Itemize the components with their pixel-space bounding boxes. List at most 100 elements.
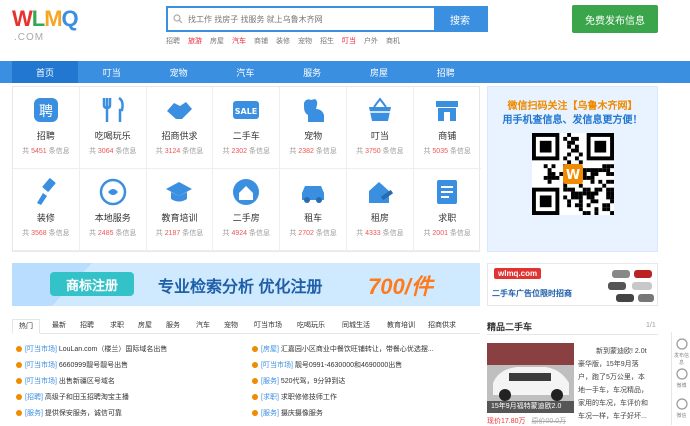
news-text[interactable]: 摄庆摄像服务 bbox=[281, 410, 323, 417]
news-text[interactable]: 靓号0991-4630000和4690000出售 bbox=[295, 362, 402, 369]
category-dog[interactable]: 宠物共 2382 条信息 bbox=[280, 87, 347, 169]
hot-link[interactable]: 旅游 bbox=[188, 36, 202, 46]
category-house[interactable]: 二手房共 4924 条信息 bbox=[213, 169, 281, 251]
nav-item[interactable]: 宠物 bbox=[146, 61, 212, 83]
graduation-cap-icon bbox=[164, 177, 194, 207]
svg-text:SALE: SALE bbox=[235, 107, 258, 116]
tab-item[interactable]: 招聘 bbox=[74, 319, 100, 334]
nav-item[interactable]: 招聘 bbox=[413, 61, 479, 83]
category-basket[interactable]: 叮当共 3750 条信息 bbox=[347, 87, 414, 169]
count-value: 3064 bbox=[97, 148, 114, 155]
news-text[interactable]: 出售新疆区号域名 bbox=[59, 378, 115, 385]
news-item[interactable]: [求职] 求职修修技师工作 bbox=[252, 392, 337, 402]
news-text[interactable]: 提供保安服务，诚信可靠 bbox=[45, 410, 122, 417]
category-brush[interactable]: 装修共 3568 条信息 bbox=[13, 169, 80, 251]
news-tag[interactable]: [服务] bbox=[261, 378, 279, 385]
bullet-icon bbox=[16, 410, 22, 416]
search-button[interactable]: 搜索 bbox=[434, 8, 486, 30]
news-tag[interactable]: [叮当市场] bbox=[25, 362, 57, 369]
news-tag[interactable]: [叮当市场] bbox=[25, 378, 57, 385]
tab-item[interactable]: 吃喝玩乐 bbox=[290, 319, 332, 334]
news-item[interactable]: [叮当市场] 靓号0991-4630000和4690000出售 bbox=[252, 360, 402, 370]
tab-item[interactable]: 热门 bbox=[12, 319, 40, 334]
hot-link[interactable]: 叮当 bbox=[342, 36, 356, 46]
news-text[interactable]: 汇嘉园小区商业中餐饮旺铺转让，带餐心优选摆... bbox=[281, 346, 434, 353]
category-handshake[interactable]: 招商供求共 3124 条信息 bbox=[146, 87, 214, 169]
hot-link[interactable]: 户外 bbox=[364, 36, 378, 46]
news-tag[interactable]: [求职] bbox=[261, 394, 279, 401]
news-text[interactable]: 520代驾，9分钟到达 bbox=[281, 378, 346, 385]
tab-item[interactable]: 求职 bbox=[104, 319, 130, 334]
category-key-house[interactable]: 租房共 4333 条信息 bbox=[347, 169, 414, 251]
category-car[interactable]: 租车共 2702 条信息 bbox=[280, 169, 347, 251]
hot-link[interactable]: 招生 bbox=[320, 36, 334, 46]
search-input[interactable] bbox=[188, 8, 434, 30]
category-hire[interactable]: 聘招聘共 5451 条信息 bbox=[13, 87, 80, 169]
news-item[interactable]: [叮当市场] 6660999靓号靓号出售 bbox=[16, 360, 128, 370]
news-item[interactable]: [服务] 提供保安服务，诚信可靠 bbox=[16, 408, 122, 418]
hot-link[interactable]: 房屋 bbox=[210, 36, 224, 46]
site-logo[interactable]: WLMQ .COM bbox=[12, 6, 104, 43]
category-sale-tag[interactable]: SALE 二手车共 2302 条信息 bbox=[213, 87, 281, 169]
news-text[interactable]: 6660999靓号靓号出售 bbox=[59, 362, 128, 369]
dining-icon bbox=[98, 95, 128, 125]
side-tool-label: 微博 bbox=[676, 383, 687, 389]
news-tag[interactable]: [房屋] bbox=[261, 346, 279, 353]
hot-link[interactable]: 招聘 bbox=[166, 36, 180, 46]
ad-text: 二手车广告位限时招商 bbox=[492, 289, 572, 298]
category-resume[interactable]: 求职共 2001 条信息 bbox=[413, 169, 481, 251]
news-tag[interactable]: [服务] bbox=[261, 410, 279, 417]
bullet-icon bbox=[252, 362, 258, 368]
news-tag[interactable]: [服务] bbox=[25, 410, 43, 417]
category-graduation-cap[interactable]: 教育培训共 2187 条信息 bbox=[146, 169, 214, 251]
side-tool-wechat[interactable]: 微信 bbox=[672, 398, 690, 419]
car-icon bbox=[298, 177, 328, 207]
tab-item[interactable]: 最新 bbox=[46, 319, 72, 334]
category-service[interactable]: 本地服务共 2485 条信息 bbox=[79, 169, 147, 251]
news-tag[interactable]: [招聘] bbox=[25, 394, 43, 401]
news-item[interactable]: [房屋] 汇嘉园小区商业中餐饮旺铺转让，带餐心优选摆... bbox=[252, 344, 434, 354]
tab-item[interactable]: 叮当市场 bbox=[248, 319, 288, 334]
tab-item[interactable]: 宠物 bbox=[218, 319, 244, 334]
trademark-banner[interactable]: 商标注册 专业检索分析 优化注册 700/件 bbox=[12, 263, 480, 306]
used-car-ad-banner[interactable]: wlmq.com 二手车广告位限时招商 bbox=[487, 263, 658, 306]
tab-item[interactable]: 教育培训 bbox=[382, 319, 420, 334]
hot-link[interactable]: 汽车 bbox=[232, 36, 246, 46]
car-photo[interactable]: 15年9月福特蒙迪欧2.0 bbox=[487, 343, 574, 413]
news-item[interactable]: [叮当市场] 出售新疆区号域名 bbox=[16, 376, 115, 386]
nav-item[interactable]: 叮当 bbox=[79, 61, 145, 83]
news-text[interactable]: LouLan.com（楼兰）国际域名出售 bbox=[59, 346, 168, 353]
second-hand-title: 精品二手车 bbox=[487, 322, 533, 332]
news-item[interactable]: [服务] 摄庆摄像服务 bbox=[252, 408, 323, 418]
nav-item[interactable]: 房屋 bbox=[346, 61, 412, 83]
sale-tag-icon: SALE bbox=[231, 95, 261, 125]
tab-item[interactable]: 服务 bbox=[160, 319, 186, 334]
side-tool-edit[interactable]: 发布信息 bbox=[672, 338, 690, 366]
tab-item[interactable]: 同城生活 bbox=[334, 319, 378, 334]
category-dining[interactable]: 吃喝玩乐共 3064 条信息 bbox=[79, 87, 147, 169]
news-item[interactable]: [招聘] 高级子和田玉招聘淘宝主播 bbox=[16, 392, 129, 402]
news-text[interactable]: 求职修修技师工作 bbox=[281, 394, 337, 401]
news-tag[interactable]: [叮当市场] bbox=[261, 362, 293, 369]
news-item[interactable]: [服务] 520代驾，9分钟到达 bbox=[252, 376, 345, 386]
hot-link[interactable]: 宠物 bbox=[298, 36, 312, 46]
hot-link[interactable]: 装修 bbox=[276, 36, 290, 46]
news-tag[interactable]: [叮当市场] bbox=[25, 346, 57, 353]
category-shop[interactable]: 商铺共 5035 条信息 bbox=[413, 87, 481, 169]
tab-item[interactable]: 汽车 bbox=[190, 319, 216, 334]
divider bbox=[487, 334, 658, 335]
nav-item[interactable]: 汽车 bbox=[212, 61, 278, 83]
nav-item[interactable]: 首页 bbox=[12, 61, 78, 83]
side-tool-weibo[interactable]: 微博 bbox=[672, 368, 690, 389]
tab-item[interactable]: 招商供求 bbox=[422, 319, 462, 334]
wechat-icon bbox=[672, 398, 690, 412]
tab-item[interactable]: 房屋 bbox=[132, 319, 158, 334]
hot-link[interactable]: 商机 bbox=[386, 36, 400, 46]
bullet-icon bbox=[16, 378, 22, 384]
hot-link[interactable]: 商铺 bbox=[254, 36, 268, 46]
news-item[interactable]: [叮当市场] LouLan.com（楼兰）国际域名出售 bbox=[16, 344, 167, 354]
nav-item[interactable]: 服务 bbox=[279, 61, 345, 83]
news-text[interactable]: 高级子和田玉招聘淘宝主播 bbox=[45, 394, 129, 401]
category-count: 共 3750 条信息 bbox=[347, 146, 413, 156]
publish-button[interactable]: 免费发布信息 bbox=[572, 5, 658, 33]
